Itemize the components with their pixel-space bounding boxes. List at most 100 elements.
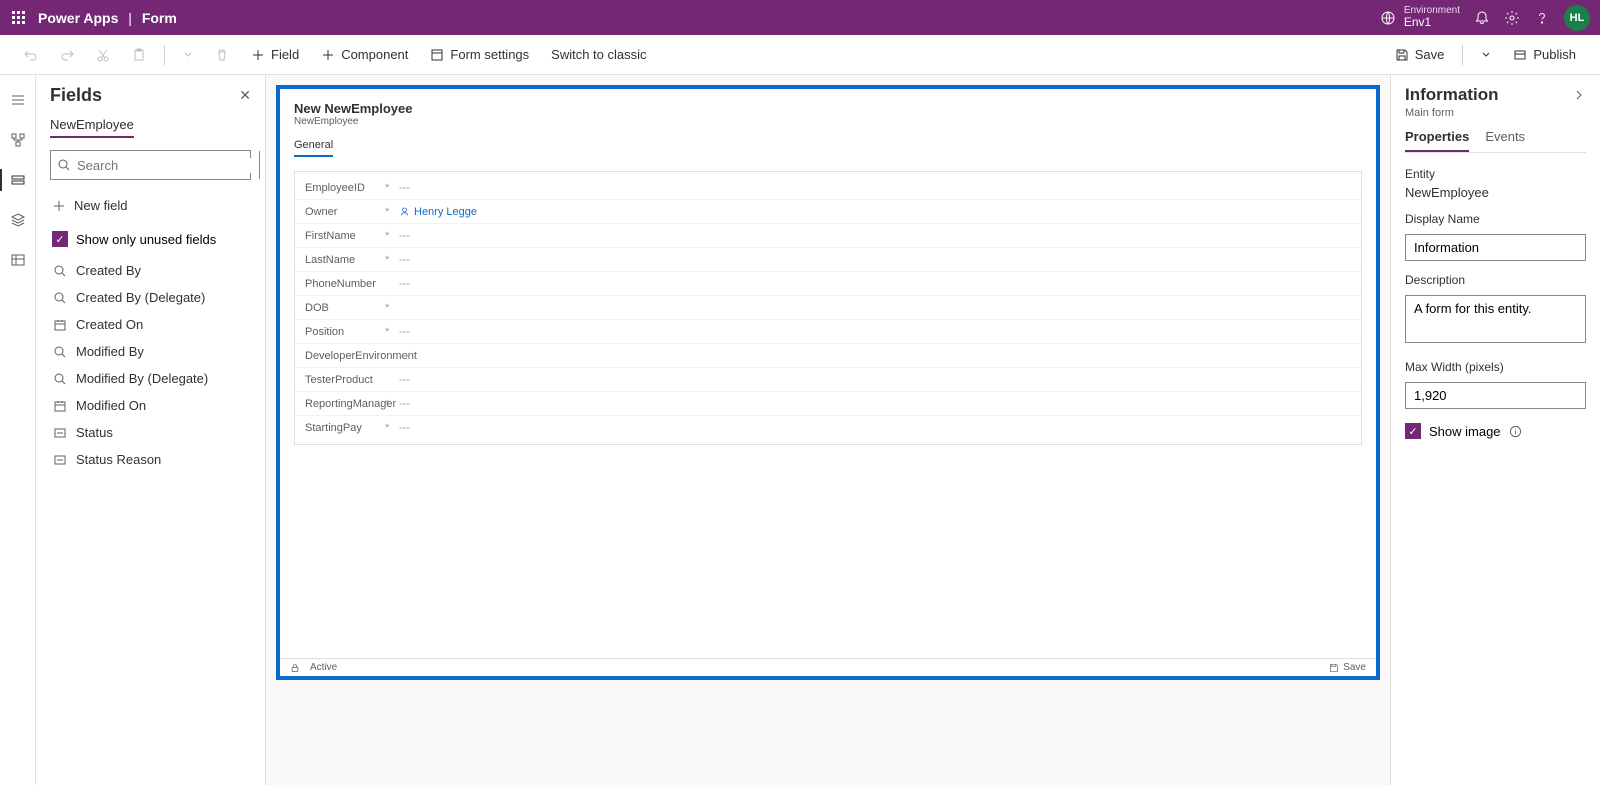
main-area: Fields ✕ NewEmployee Default New field ✓… [0,75,1600,785]
form-footer-right[interactable]: Save [1329,662,1366,673]
owner-name: Henry Legge [414,206,477,218]
form-row[interactable]: DOB* [295,296,1361,320]
undo-button[interactable] [16,44,46,66]
checkbox-checked-icon[interactable]: ✓ [52,231,68,247]
search-icon [57,158,71,172]
switch-classic-button[interactable]: Switch to classic [543,43,654,66]
add-component-button[interactable]: Component [313,43,416,66]
fields-panel: Fields ✕ NewEmployee Default New field ✓… [36,75,266,785]
info-icon[interactable] [1509,425,1522,438]
rail-hamburger[interactable] [0,83,36,117]
field-item[interactable]: Status [50,419,251,446]
optionset-icon [52,426,68,440]
required-indicator: * [385,302,399,314]
lookup-icon [52,345,68,359]
required-indicator: * [385,206,399,218]
help-icon[interactable] [1534,10,1550,26]
form-subtitle: NewEmployee [294,116,1362,127]
save-dropdown[interactable] [1473,46,1499,64]
search-input[interactable] [77,158,253,173]
rail-data[interactable] [0,243,36,277]
environment-text: Environment Env1 [1404,5,1460,29]
form-row-label: Position [305,326,385,338]
cmd-divider [164,45,165,65]
plus-icon [52,199,66,213]
save-button[interactable]: Save [1387,43,1453,66]
chevron-right-icon[interactable] [1572,88,1586,102]
redo-button[interactable] [52,44,82,66]
app-name: Power Apps [38,10,118,26]
properties-panel: Information Main form Properties Events … [1390,75,1600,785]
form-row[interactable]: FirstName*--- [295,224,1361,248]
required-indicator: * [385,326,399,338]
form-row[interactable]: PhoneNumber--- [295,272,1361,296]
form-row[interactable]: StartingPay*--- [295,416,1361,440]
tab-properties[interactable]: Properties [1405,129,1469,152]
field-item[interactable]: Modified By (Delegate) [50,365,251,392]
cut-button[interactable] [88,44,118,66]
field-item[interactable]: Created By [50,257,251,284]
close-icon[interactable]: ✕ [239,87,251,104]
form-tab-general[interactable]: General [294,139,333,157]
publish-button[interactable]: Publish [1505,43,1584,66]
field-item[interactable]: Modified By [50,338,251,365]
rail-tree[interactable] [0,123,36,157]
fields-panel-header: Fields ✕ [50,85,251,106]
required-indicator: * [385,422,399,434]
user-avatar[interactable]: HL [1564,5,1590,31]
form-row[interactable]: DeveloperEnvironment--- [295,344,1361,368]
rail-fields[interactable] [0,163,36,197]
display-name-input[interactable] [1405,234,1586,261]
form-row-label: DOB [305,302,385,314]
new-field-label: New field [74,198,127,213]
fields-list: Created By Created By (Delegate) Created… [50,257,251,473]
title-separator: | [128,10,132,26]
owner-value[interactable]: Henry Legge [399,206,1351,218]
form-row[interactable]: LastName*--- [295,248,1361,272]
form-inner: New NewEmployee NewEmployee General Empl… [280,89,1376,445]
person-icon [399,206,410,217]
paste-dropdown[interactable] [175,46,201,64]
datetime-icon [52,318,68,332]
notifications-icon[interactable] [1474,10,1490,26]
settings-icon[interactable] [1504,10,1520,26]
fields-entity-tab[interactable]: NewEmployee [50,117,134,138]
form-row-value: --- [399,182,1351,194]
form-row[interactable]: Owner* Henry Legge [295,200,1361,224]
field-item[interactable]: Created By (Delegate) [50,284,251,311]
form-canvas[interactable]: New NewEmployee NewEmployee General Empl… [266,75,1390,785]
optionset-icon [52,453,68,467]
waffle-icon[interactable] [10,10,26,26]
form-row[interactable]: TesterProduct--- [295,368,1361,392]
maxwidth-input[interactable] [1405,382,1586,409]
field-item[interactable]: Modified On [50,392,251,419]
delete-button[interactable] [207,44,237,66]
search-input-wrapper[interactable] [51,151,259,179]
add-component-label: Component [341,47,408,62]
checkbox-checked-icon[interactable]: ✓ [1405,423,1421,439]
header-right: Environment Env1 HL [1380,5,1590,31]
rail-components[interactable] [0,203,36,237]
required-indicator: * [385,182,399,194]
show-unused-checkbox-row[interactable]: ✓ Show only unused fields [50,227,251,257]
tab-events[interactable]: Events [1485,129,1525,152]
form-settings-button[interactable]: Form settings [422,43,537,66]
required-indicator: * [385,398,399,410]
add-field-label: Field [271,47,299,62]
field-item[interactable]: Status Reason [50,446,251,473]
form-row[interactable]: ReportingManager*--- [295,392,1361,416]
form-row[interactable]: EmployeeID*--- [295,176,1361,200]
paste-button[interactable] [124,44,154,66]
publish-label: Publish [1533,47,1576,62]
add-field-button[interactable]: Field [243,43,307,66]
field-item[interactable]: Created On [50,311,251,338]
new-field-button[interactable]: New field [50,192,251,219]
form-row-value: --- [399,422,1351,434]
form-row[interactable]: Position*--- [295,320,1361,344]
form-frame[interactable]: New NewEmployee NewEmployee General Empl… [276,85,1380,680]
form-row-label: LastName [305,254,385,266]
form-row-value: --- [399,254,1351,266]
environment-picker[interactable]: Environment Env1 [1380,5,1460,29]
description-input[interactable] [1405,295,1586,343]
show-image-row[interactable]: ✓ Show image [1405,423,1586,439]
